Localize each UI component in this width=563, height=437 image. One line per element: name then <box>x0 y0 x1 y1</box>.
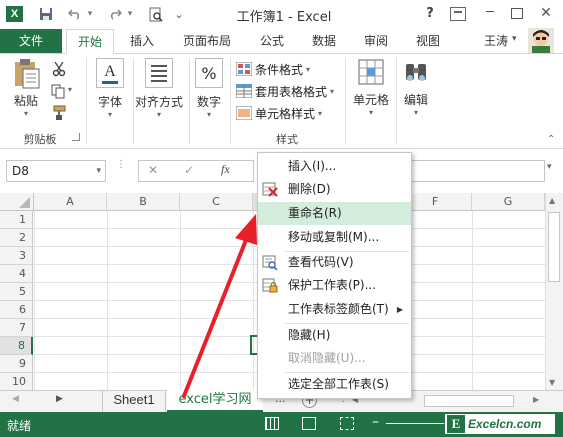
menu-item-tab-color[interactable]: 工作表标签颜色(T) ▶ <box>258 298 411 321</box>
menu-item-protect-sheet[interactable]: 保护工作表(P)... <box>258 274 411 297</box>
menu-item-unhide: 取消隐藏(U)... <box>288 351 366 365</box>
sheet-context-menu: 插入(I)... 删除(D) 重命名(R) 移动或复制(M)... 查看代码(V… <box>257 152 412 399</box>
protect-sheet-icon <box>262 278 278 293</box>
menu-item-delete[interactable]: 删除(D) <box>258 178 411 201</box>
menu-item-hide[interactable]: 隐藏(H) <box>258 324 411 347</box>
delete-sheet-icon <box>262 182 278 197</box>
menu-item-select-all-sheets[interactable]: 选定全部工作表(S) <box>258 373 411 396</box>
tab-home[interactable]: 开始 <box>66 29 114 54</box>
menu-item-view-code[interactable]: 查看代码(V) <box>258 251 411 274</box>
menu-item-rename[interactable]: 重命名(R) <box>258 202 411 225</box>
submenu-arrow-icon: ▶ <box>396 305 403 314</box>
menu-item-move-copy[interactable]: 移动或复制(M)... <box>258 226 411 249</box>
view-code-icon <box>262 255 278 271</box>
menu-item-insert[interactable]: 插入(I)... <box>258 155 411 178</box>
